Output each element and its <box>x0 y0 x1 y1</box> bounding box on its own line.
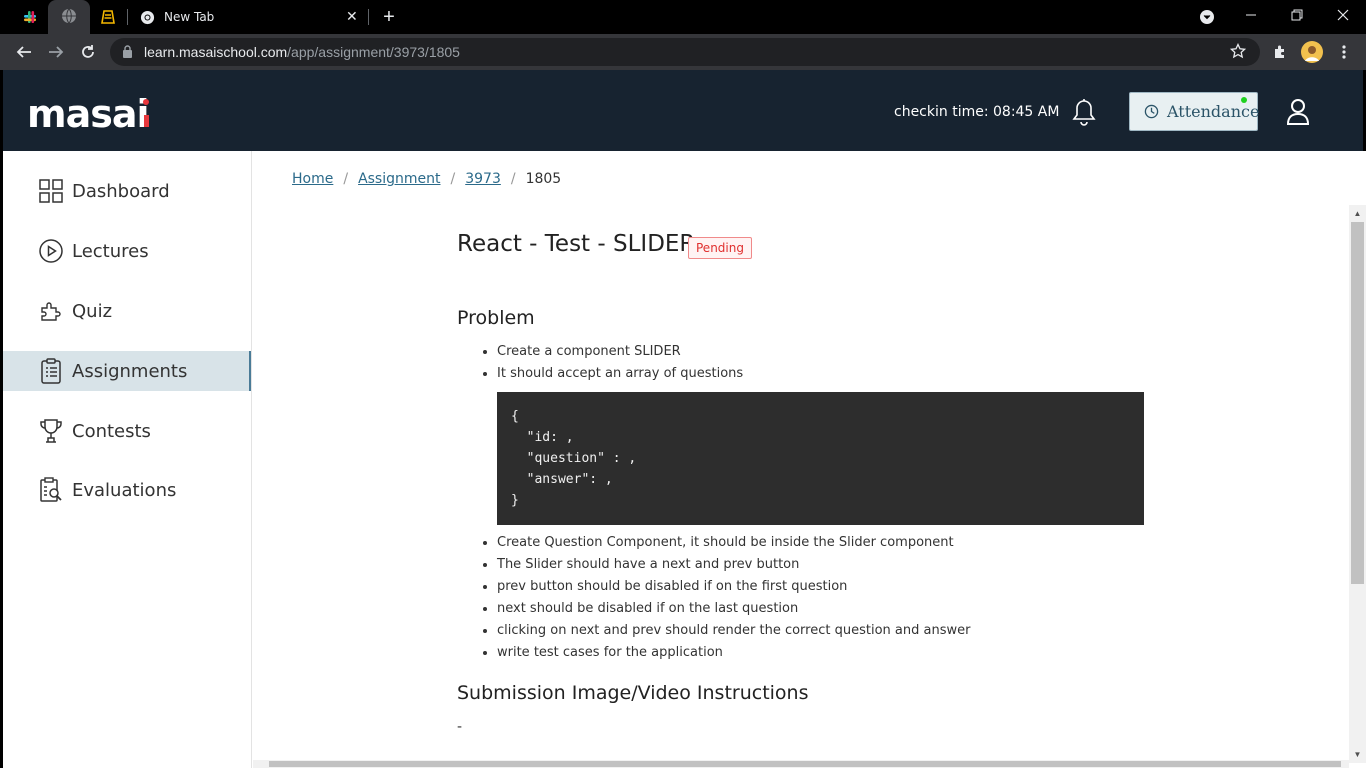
globe-icon <box>61 8 77 27</box>
puzzle-icon <box>38 298 64 324</box>
sidebar-item-label: Dashboard <box>72 180 170 202</box>
code-line: "answer": , <box>511 472 613 487</box>
vertical-scrollbar[interactable]: ▲ ▼ <box>1349 205 1366 763</box>
extensions-icon[interactable] <box>1266 38 1294 66</box>
problem-list-2: Create Question Component, it should be … <box>497 532 970 664</box>
restore-icon[interactable] <box>1274 0 1320 30</box>
lock-icon <box>122 45 133 63</box>
masai-logo[interactable]: masai <box>27 92 150 136</box>
online-indicator <box>1241 97 1247 103</box>
new-tab-plus-icon[interactable]: + <box>380 6 398 28</box>
bookmark-star-icon[interactable] <box>1229 42 1247 64</box>
sidebar-item-label: Assignments <box>72 360 188 382</box>
tab-label: New Tab <box>164 10 215 24</box>
code-line: } <box>511 493 519 508</box>
status-badge: Pending <box>688 237 752 259</box>
page-title: React - Test - SLIDER <box>457 231 696 257</box>
sidebar-item-assignments[interactable]: Assignments <box>3 351 251 391</box>
sidebar-item-quiz[interactable]: Quiz <box>3 291 251 331</box>
browser-toolbar: learn.masaischool.com/app/assignment/397… <box>0 34 1366 70</box>
sidebar-item-label: Lectures <box>72 240 149 262</box>
breadcrumb-current: 1805 <box>525 171 562 187</box>
list-item: write test cases for the application <box>497 642 970 664</box>
scrollbar-thumb[interactable] <box>269 761 1341 767</box>
sidebar-item-evaluations[interactable]: Evaluations <box>3 470 251 510</box>
app-header: masai checkin time: 08:45 AM Attendance <box>0 70 1366 151</box>
evaluation-icon <box>38 477 64 503</box>
sidebar-item-contests[interactable]: Contests <box>3 411 251 451</box>
sidebar-item-dashboard[interactable]: Dashboard <box>3 171 251 211</box>
clock-icon <box>1144 104 1159 119</box>
breadcrumb-separator: / <box>343 171 349 187</box>
breadcrumb-home-link[interactable]: Home <box>292 171 333 187</box>
attendance-label: Attendance <box>1167 102 1260 121</box>
bell-icon[interactable] <box>1071 98 1097 131</box>
submission-heading: Submission Image/Video Instructions <box>457 682 809 704</box>
code-block: { "id: , "question" : , "answer": , } <box>497 392 1144 525</box>
chrome-icon <box>140 10 155 25</box>
forward-icon[interactable] <box>42 38 70 66</box>
slack-icon[interactable] <box>21 8 39 26</box>
list-item: next should be disabled if on the last q… <box>497 598 970 620</box>
chrome-menu-icon[interactable] <box>1330 38 1358 66</box>
tab-new-tab[interactable]: New Tab ✕ <box>128 0 368 34</box>
close-window-icon[interactable] <box>1320 0 1366 30</box>
list-item: prev button should be disabled if on the… <box>497 576 970 598</box>
minimize-icon[interactable] <box>1228 0 1274 30</box>
list-item: The Slider should have a next and prev b… <box>497 554 970 576</box>
problem-heading: Problem <box>457 307 535 329</box>
sidebar-item-label: Quiz <box>72 300 113 322</box>
code-line: { <box>511 409 519 424</box>
play-icon <box>38 238 64 264</box>
close-tab-icon[interactable]: ✕ <box>346 9 358 25</box>
horizontal-scrollbar[interactable] <box>253 760 1349 768</box>
list-item: Create a component SLIDER <box>497 341 743 363</box>
breadcrumb-separator: / <box>510 171 516 187</box>
url-path: /app/assignment/3973/1805 <box>287 44 460 60</box>
submission-text: - <box>457 719 463 735</box>
scrollbar-thumb[interactable] <box>1351 222 1364 584</box>
breadcrumb-id-link[interactable]: 3973 <box>465 171 501 187</box>
browser-tab-strip: New Tab ✕ + <box>0 0 1366 34</box>
reload-icon[interactable] <box>74 38 102 66</box>
list-item: It should accept an array of questions <box>497 363 743 385</box>
sidebar-item-lectures[interactable]: Lectures <box>3 231 251 271</box>
trophy-icon <box>38 418 64 444</box>
profile-avatar-icon[interactable] <box>1298 38 1326 66</box>
checkin-time: checkin time: 08:45 AM <box>894 104 1060 120</box>
problem-list-1: Create a component SLIDER It should acce… <box>497 341 743 385</box>
sidebar: Dashboard Lectures Quiz Assignments Cont… <box>0 151 252 768</box>
attendance-button[interactable]: Attendance <box>1129 92 1260 131</box>
sidebar-item-label: Contests <box>72 420 151 442</box>
address-bar[interactable]: learn.masaischool.com/app/assignment/397… <box>110 38 1260 66</box>
tab-search-icon[interactable] <box>1198 8 1216 26</box>
list-item: clicking on next and prev should render … <box>497 620 970 642</box>
code-line: "id: , <box>511 430 574 445</box>
scroll-up-arrow-icon[interactable]: ▲ <box>1349 205 1366 222</box>
breadcrumb-assignment-link[interactable]: Assignment <box>358 171 440 187</box>
main-content: Home / Assignment / 3973 / 1805 React - … <box>253 151 1366 768</box>
code-line: "question" : , <box>511 451 637 466</box>
scroll-down-arrow-icon[interactable]: ▼ <box>1349 746 1366 763</box>
breadcrumb-separator: / <box>450 171 456 187</box>
sidebar-item-label: Evaluations <box>72 479 177 501</box>
tab-globe[interactable] <box>48 0 90 34</box>
clipboard-icon <box>38 358 64 384</box>
notebook-icon[interactable] <box>99 8 117 26</box>
breadcrumb: Home / Assignment / 3973 / 1805 <box>292 171 561 187</box>
user-profile-icon[interactable] <box>1286 98 1310 131</box>
dashboard-icon <box>38 178 64 204</box>
back-icon[interactable] <box>10 38 38 66</box>
url-domain: learn.masaischool.com <box>144 44 288 60</box>
list-item: Create Question Component, it should be … <box>497 532 970 554</box>
